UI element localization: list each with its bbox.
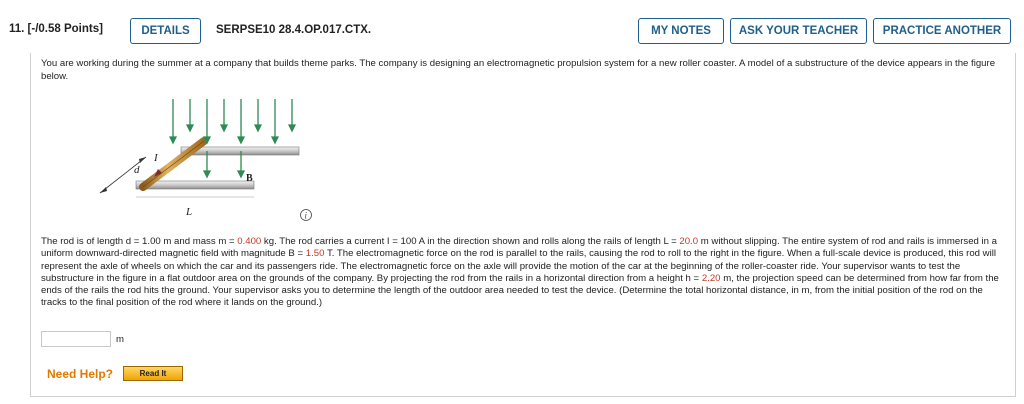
label-i: I <box>153 152 159 164</box>
need-help-label: Need Help? <box>47 367 114 381</box>
label-d: d <box>134 164 140 176</box>
problem-text: The rod is of length d = 1.00 m and mass… <box>41 236 999 309</box>
height-value: 2.20 <box>701 272 721 284</box>
practice-another-button[interactable]: PRACTICE ANOTHER <box>873 18 1011 44</box>
question-code: SERPSE10 28.4.OP.017.CTX. <box>216 24 372 36</box>
svg-text:i: i <box>305 211 308 221</box>
rail-rod-diagram: d I B L i <box>99 99 312 221</box>
label-b: B <box>246 173 253 184</box>
details-button[interactable]: DETAILS <box>130 18 201 44</box>
ask-teacher-button[interactable]: ASK YOUR TEACHER <box>730 18 867 44</box>
intro-text: You are working during the summer at a c… <box>41 58 996 82</box>
read-it-button[interactable]: Read It <box>123 366 183 381</box>
magnetic-field-arrows <box>168 99 297 179</box>
mass-value: 0.400 <box>237 236 262 247</box>
question-number: 11. [-/0.58 Points] <box>9 23 103 35</box>
rail-rod-figure: d I B L i <box>96 93 328 229</box>
label-l: L <box>185 206 192 218</box>
answer-unit: m <box>116 334 124 345</box>
answer-input[interactable] <box>41 331 111 347</box>
field-value: 1.50 <box>305 248 325 260</box>
my-notes-button[interactable]: MY NOTES <box>638 18 724 44</box>
length-value: 20.0 <box>679 236 699 247</box>
question-header: 11. [-/0.58 Points] DETAILS SERPSE10 28.… <box>0 0 1024 60</box>
